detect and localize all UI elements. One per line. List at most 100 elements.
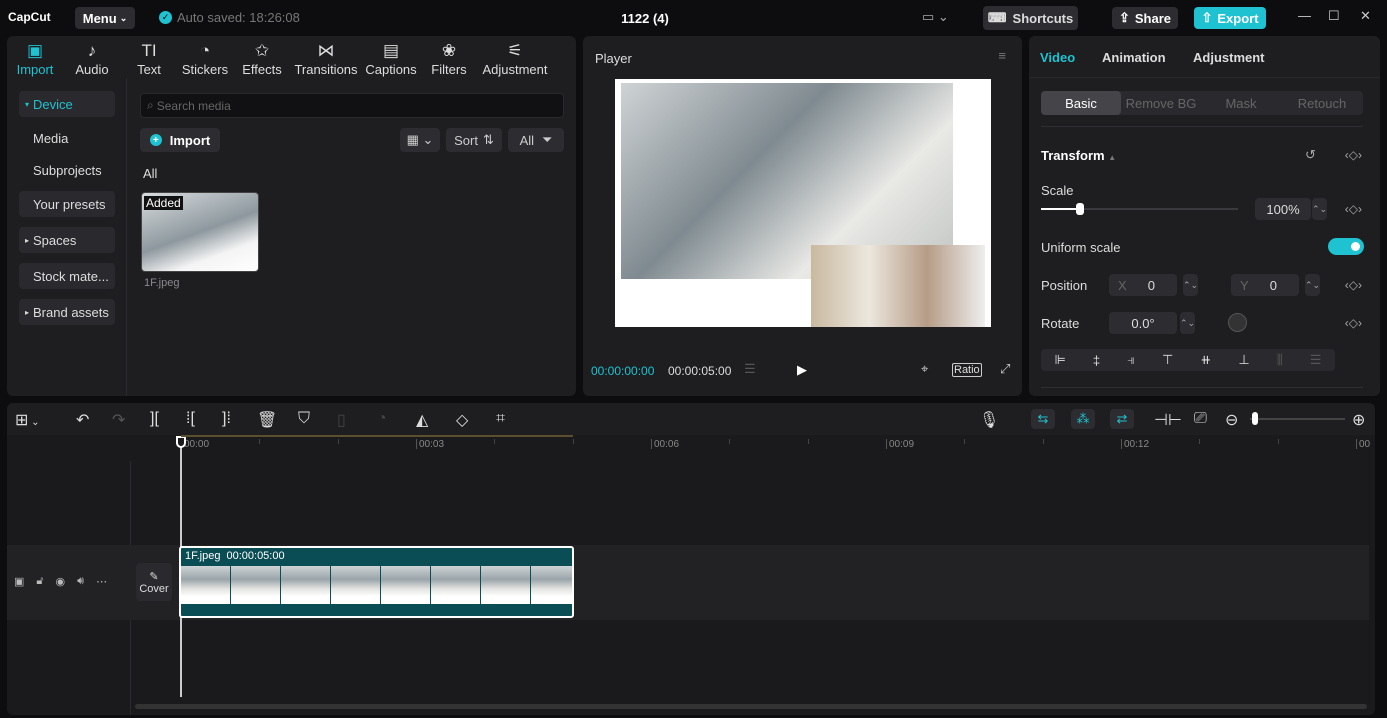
sidebar-item-subprojects[interactable]: Subprojects (19, 157, 115, 183)
video-preview (615, 79, 991, 327)
redo-icon[interactable]: ↷ (112, 410, 125, 430)
share-button[interactable]: ⇪ Share (1112, 7, 1178, 29)
tab-adjustment[interactable]: ⚟ Adjustment (480, 40, 550, 77)
zoom-in-icon[interactable]: ⊕ (1352, 410, 1365, 430)
keyframe-scale-icon[interactable]: ‹◇› (1345, 202, 1362, 216)
crop-icon[interactable]: ⌗ (496, 410, 505, 428)
align-bottom-icon[interactable]: ⊥ (1238, 352, 1249, 368)
align-center-v-icon[interactable]: ⧺ (1200, 352, 1211, 368)
fit-icon[interactable]: ⌖ (921, 361, 928, 377)
visibility-icon[interactable]: ◉ (56, 575, 66, 588)
mirror-icon[interactable]: ◭ (416, 410, 428, 430)
distribute-h-icon[interactable]: ⫼ (1277, 352, 1283, 368)
position-x-stepper[interactable]: ⌃⌄ (1183, 274, 1198, 296)
tab-effects[interactable]: ✩ Effects (227, 40, 297, 77)
subtab-mask[interactable]: Mask (1201, 91, 1281, 115)
import-label: Import (169, 132, 211, 148)
screen-icon[interactable]: ⎚ (1194, 410, 1207, 428)
distribute-v-icon[interactable]: ☰ (1310, 352, 1322, 368)
subtab-remove-bg[interactable]: Remove BG (1121, 91, 1201, 115)
rotate-input[interactable]: 0.0° (1109, 312, 1177, 334)
close-button[interactable]: ✕ (1360, 8, 1371, 24)
lock-icon[interactable]: 🔓︎ (36, 575, 43, 588)
ruler-tick (729, 439, 731, 444)
tab-adjustment[interactable]: Adjustment (1193, 50, 1265, 65)
tab-video[interactable]: Video (1040, 50, 1075, 65)
align-top-icon[interactable]: ⊤ (1162, 352, 1173, 368)
sidebar-item-media[interactable]: Media (19, 125, 115, 151)
split-icon[interactable]: ][ (150, 410, 159, 428)
sidebar-item-device[interactable]: ▾ Device (19, 91, 115, 117)
scale-slider[interactable] (1041, 203, 1238, 215)
view-toggle-button[interactable]: ▦ ⌄ (400, 128, 440, 152)
media-item[interactable]: Added (141, 192, 259, 272)
export-button[interactable]: ⇧ Export (1194, 7, 1266, 29)
layout-select-icon[interactable]: ⊞ ⌄ (15, 410, 40, 430)
uniform-scale-toggle[interactable] (1328, 238, 1364, 255)
sidebar-item-spaces[interactable]: ▸ Spaces (19, 227, 115, 253)
sort-button[interactable]: Sort ⇅ (446, 128, 502, 152)
undo-icon[interactable]: ↶ (76, 410, 89, 430)
reverse-icon[interactable]: ◔ (377, 410, 387, 428)
zoom-slider[interactable] (1250, 412, 1345, 425)
check-icon: ✓ (159, 11, 172, 24)
preview-axis-icon[interactable]: ⊣⊢ (1154, 410, 1182, 430)
freeze-icon[interactable]: ▯ (337, 410, 346, 430)
horizontal-scrollbar[interactable] (135, 704, 1367, 709)
tab-transitions[interactable]: ⋈ Transitions (291, 40, 361, 77)
align-left-icon[interactable]: ⊫ (1055, 352, 1066, 368)
sidebar-item-your-presets[interactable]: Your presets (19, 191, 115, 217)
align-center-h-icon[interactable]: ‡ (1093, 353, 1100, 368)
split-left-icon[interactable]: ⁞[ (186, 410, 195, 428)
search-input[interactable]: ⌕ Search media (140, 93, 564, 118)
reset-icon[interactable]: ↺ (1305, 147, 1316, 163)
maximize-button[interactable]: ☐ (1328, 8, 1340, 24)
sidebar-item-stock-mate-[interactable]: Stock mate... (19, 263, 115, 289)
microphone-icon[interactable]: 🎙︎ (979, 410, 999, 430)
main-track-magnet-button[interactable]: ⇆ (1031, 409, 1055, 429)
delete-icon[interactable]: 🗑︎ (257, 410, 277, 430)
keyboard-icon: ⌨ (987, 10, 1007, 25)
video-clip[interactable]: 1F.jpeg 00:00:05:00 (179, 546, 574, 618)
subtab-basic[interactable]: Basic (1041, 91, 1121, 115)
keyframe-transform-icon[interactable]: ‹◇› (1345, 148, 1362, 162)
subtab-retouch[interactable]: Retouch (1281, 91, 1363, 115)
marker-icon[interactable]: ⛉ (298, 410, 310, 428)
tab-label: Import (16, 62, 54, 77)
tab-animation[interactable]: Animation (1102, 50, 1166, 65)
linkage-button[interactable]: ⇄ (1110, 409, 1134, 429)
keyframe-position-icon[interactable]: ‹◇› (1345, 278, 1362, 292)
menu-button[interactable]: Menu ⌄ (75, 7, 135, 29)
audio-icon[interactable]: 🔊︎ (77, 575, 84, 588)
play-button[interactable]: ▶ (797, 362, 807, 378)
zoom-out-icon[interactable]: ⊖ (1225, 410, 1238, 430)
import-button[interactable]: + Import (140, 128, 220, 152)
layout-icon[interactable]: ▭ ⌄ (922, 9, 949, 25)
clip-thumbnail (331, 566, 380, 604)
rotate-icon[interactable]: ◇ (456, 410, 468, 430)
sidebar-label: Spaces (33, 232, 77, 248)
tab-filters[interactable]: ❀ Filters (414, 40, 484, 77)
cover-button[interactable]: ✎ Cover (136, 563, 172, 601)
rotate-dial[interactable] (1228, 313, 1247, 332)
more-icon[interactable]: ⋯ (96, 575, 107, 588)
shortcuts-button[interactable]: ⌨ Shortcuts (983, 6, 1078, 30)
position-y-input[interactable]: Y0 (1231, 274, 1299, 296)
position-x-input[interactable]: X0 (1109, 274, 1177, 296)
align-right-icon[interactable]: ⫣ (1127, 352, 1135, 368)
transform-heading[interactable]: Transform ▲ (1041, 148, 1116, 163)
minimize-button[interactable]: — (1298, 8, 1311, 23)
filter-button[interactable]: All ⏷ (508, 128, 564, 152)
sidebar-item-brand-assets[interactable]: ▸ Brand assets (19, 299, 115, 325)
player-menu-icon[interactable]: ≡ (998, 48, 1006, 63)
split-right-icon[interactable]: ]⁞ (222, 410, 231, 428)
position-y-stepper[interactable]: ⌃⌄ (1305, 274, 1320, 296)
scale-stepper[interactable]: ⌃⌄ (1312, 198, 1327, 220)
rotate-stepper[interactable]: ⌃⌄ (1180, 312, 1195, 334)
scale-input[interactable]: 100% (1255, 198, 1311, 220)
auto-snap-button[interactable]: ⁂ (1071, 409, 1095, 429)
fullscreen-icon[interactable]: ⤢ (1000, 361, 1010, 377)
ratio-button[interactable]: Ratio (952, 363, 982, 377)
timeline-view-icon[interactable]: ☰ (744, 361, 756, 377)
keyframe-rotate-icon[interactable]: ‹◇› (1345, 316, 1362, 330)
